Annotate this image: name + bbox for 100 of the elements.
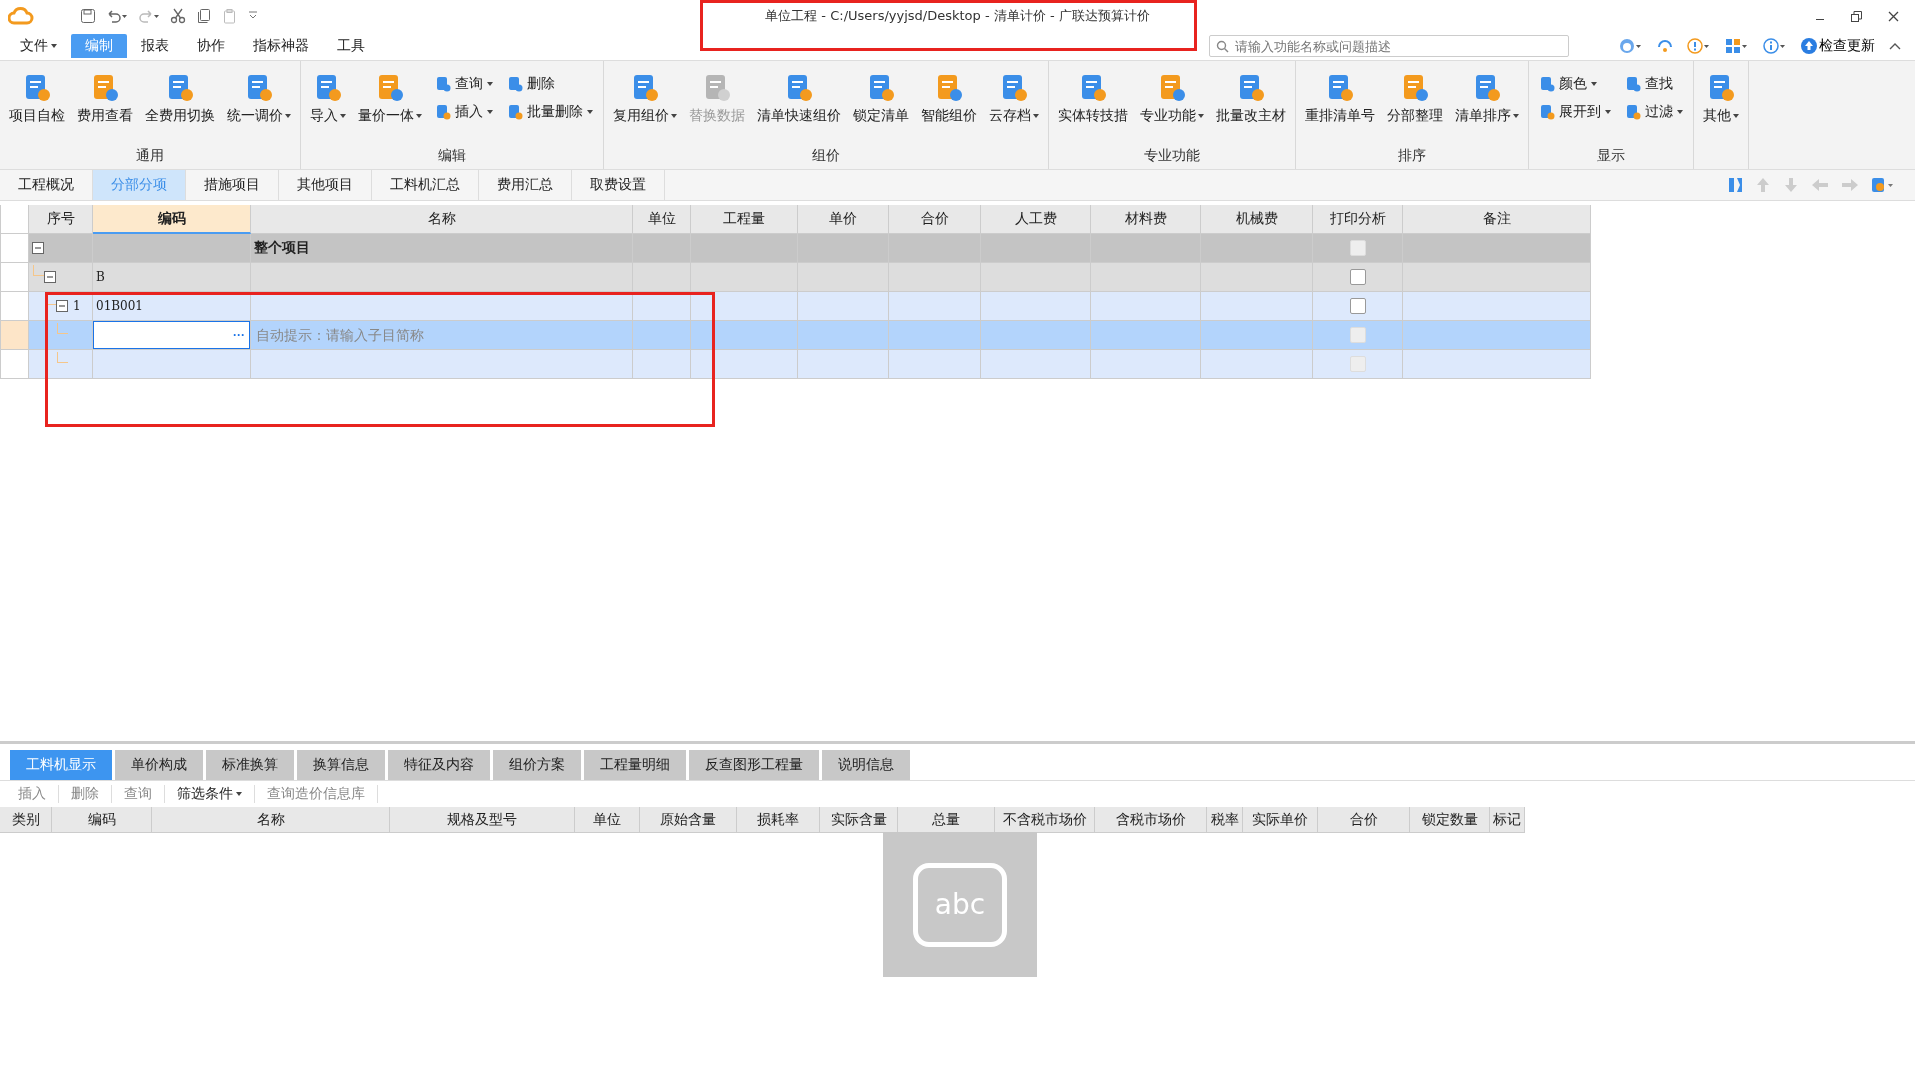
column-header[interactable]: 税率: [1207, 807, 1243, 833]
column-header[interactable]: 名称: [152, 807, 390, 833]
restore-icon[interactable]: [1851, 10, 1862, 22]
checkbox[interactable]: [1349, 298, 1366, 314]
ribbon-button[interactable]: 量价一体: [353, 73, 427, 125]
column-header[interactable]: 不含税市场价: [995, 807, 1095, 833]
tab[interactable]: 单价构成: [115, 750, 203, 780]
search-field[interactable]: 请输入功能名称或问题描述: [1209, 35, 1569, 57]
ribbon-button[interactable]: 清单快速组价: [752, 73, 846, 125]
table-row[interactable]: ··· 自动提示：请输入子目简称: [29, 321, 1591, 350]
paste-icon[interactable]: [222, 8, 238, 24]
expand-icon[interactable]: [1729, 177, 1743, 193]
ribbon-button[interactable]: 导入: [305, 73, 351, 125]
column-header[interactable]: 类别: [0, 807, 52, 833]
column-header[interactable]: 机械费: [1201, 205, 1313, 234]
tab[interactable]: 其他项目: [279, 170, 372, 200]
ribbon-button[interactable]: 颜色: [1537, 73, 1613, 95]
ribbon-button[interactable]: 锁定清单: [848, 73, 914, 125]
code-field[interactable]: ···: [93, 321, 250, 349]
ribbon-button[interactable]: 批量删除: [505, 101, 595, 123]
cut-icon[interactable]: [170, 8, 186, 24]
more-button[interactable]: ···: [229, 328, 249, 342]
tab[interactable]: 工程量明细: [584, 750, 686, 780]
ribbon-button[interactable]: 重排清单号: [1300, 73, 1380, 125]
tab[interactable]: 取费设置: [572, 170, 665, 200]
ribbon-button[interactable]: 查询: [433, 73, 495, 95]
column-header[interactable]: 人工费: [981, 205, 1091, 234]
ribbon-button[interactable]: 展开到: [1537, 101, 1613, 123]
tab[interactable]: 工料机汇总: [372, 170, 479, 200]
collapse-icon[interactable]: [32, 242, 44, 254]
ribbon-button[interactable]: 插入: [433, 101, 495, 123]
ribbon-button[interactable]: 实体转技措: [1053, 73, 1133, 125]
name-field[interactable]: 自动提示：请输入子目简称: [251, 321, 633, 350]
info-icon[interactable]: [1763, 38, 1787, 54]
redo-icon[interactable]: [138, 8, 160, 24]
ribbon-button[interactable]: 专业功能: [1135, 73, 1209, 125]
menu-item[interactable]: 指标神器: [239, 34, 323, 58]
column-header[interactable]: 原始含量: [640, 807, 737, 833]
column-header[interactable]: 实际单价: [1243, 807, 1318, 833]
menu-item[interactable]: 报表: [127, 34, 183, 58]
collapse-icon[interactable]: [56, 300, 68, 312]
column-header[interactable]: 工程量: [691, 205, 798, 234]
column-header[interactable]: 序号: [29, 205, 93, 234]
ribbon-button[interactable]: 费用查看: [72, 73, 138, 125]
tab[interactable]: 措施项目: [186, 170, 279, 200]
table-row[interactable]: 1 01B001: [29, 292, 1591, 321]
tab[interactable]: 特征及内容: [388, 750, 490, 780]
menu-item[interactable]: 协作: [183, 34, 239, 58]
tab[interactable]: 组价方案: [493, 750, 581, 780]
ribbon-button[interactable]: 统一调价: [222, 73, 296, 125]
column-header[interactable]: 合价: [889, 205, 981, 234]
column-header[interactable]: 名称: [251, 205, 633, 234]
ribbon-button[interactable]: 过滤: [1623, 101, 1685, 123]
tab[interactable]: 费用汇总: [479, 170, 572, 200]
tab[interactable]: 反查图形工程量: [689, 750, 819, 780]
save-icon[interactable]: [80, 8, 96, 24]
name-input[interactable]: 自动提示：请输入子目简称: [254, 326, 629, 344]
checkbox[interactable]: [1349, 269, 1366, 285]
column-header[interactable]: 单价: [798, 205, 889, 234]
close-icon[interactable]: [1888, 10, 1899, 22]
column-header[interactable]: 备注: [1403, 205, 1591, 234]
ribbon-button[interactable]: 查找: [1623, 73, 1685, 95]
collapse-icon[interactable]: [44, 271, 56, 283]
row-header[interactable]: [1, 292, 29, 321]
column-header[interactable]: 总量: [898, 807, 995, 833]
tab[interactable]: 标准换算: [206, 750, 294, 780]
column-header[interactable]: 单位: [575, 807, 640, 833]
column-header[interactable]: 实际含量: [820, 807, 898, 833]
ribbon-button[interactable]: 全费用切换: [140, 73, 220, 125]
ribbon-button[interactable]: 分部整理: [1382, 73, 1448, 125]
row-header[interactable]: [1, 350, 29, 379]
column-header[interactable]: 含税市场价: [1095, 807, 1207, 833]
apps-icon[interactable]: [1725, 38, 1749, 54]
copy-icon[interactable]: [196, 8, 212, 24]
column-header[interactable]: 材料费: [1091, 205, 1201, 234]
column-header[interactable]: 损耗率: [737, 807, 820, 833]
ribbon-button[interactable]: 删除: [505, 73, 595, 95]
ribbon-button[interactable]: 批量改主材: [1211, 73, 1291, 125]
undo-icon[interactable]: [106, 8, 128, 24]
column-header[interactable]: 规格及型号: [390, 807, 575, 833]
tab[interactable]: 换算信息: [297, 750, 385, 780]
column-header[interactable]: 单位: [633, 205, 691, 234]
column-header[interactable]: 打印分析: [1313, 205, 1403, 234]
column-header[interactable]: 编码: [93, 205, 251, 234]
column-header[interactable]: 标记: [1490, 807, 1525, 833]
ribbon-button[interactable]: 复用组价: [608, 73, 682, 125]
column-header[interactable]: 合价: [1318, 807, 1410, 833]
menu-item[interactable]: 文件: [6, 34, 71, 58]
table-row[interactable]: 整个项目: [29, 234, 1591, 263]
column-header[interactable]: 锁定数量: [1410, 807, 1490, 833]
ribbon-button[interactable]: 云存档: [984, 73, 1044, 125]
ribbon-button[interactable]: 项目自检: [4, 73, 70, 125]
menu-item[interactable]: 工具: [323, 34, 379, 58]
tab[interactable]: 说明信息: [822, 750, 910, 780]
update-button[interactable]: 检查更新: [1801, 37, 1875, 55]
ribbon-button[interactable]: 清单排序: [1450, 73, 1524, 125]
table-row[interactable]: B: [29, 263, 1591, 292]
row-header[interactable]: [1, 263, 29, 292]
toolbar-button[interactable]: 筛选条件: [165, 785, 255, 803]
ribbon-button[interactable]: 其他: [1698, 73, 1744, 125]
